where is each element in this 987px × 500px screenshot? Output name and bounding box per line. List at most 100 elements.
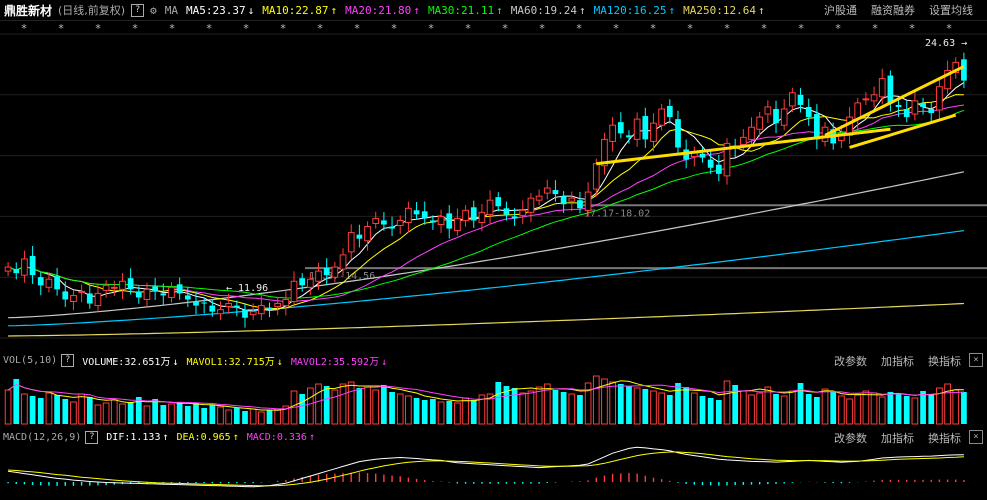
event-marker: *	[872, 22, 879, 35]
ma-legend: MA5:23.37 ↓ MA10:22.87 ↑ MA20:21.80 ↑ MA30:21.…	[178, 4, 765, 17]
event-marker: *	[428, 22, 435, 35]
vol-help-icon[interactable]: ?	[61, 353, 75, 367]
candle-down	[887, 75, 894, 103]
macd-legend: DIF:1.133 ↑ DEA:0.965 ↑ MACD:0.336 ↑	[98, 432, 315, 443]
candle-up	[4, 266, 12, 272]
volume-bar-up	[45, 392, 53, 425]
volume-bar-up	[331, 389, 339, 425]
candle-down	[920, 102, 926, 107]
vol-add-indicator-button[interactable]: 加指标	[881, 353, 914, 369]
event-marker: *	[798, 22, 805, 35]
candlestick-chart[interactable]: * * * * * * * * * * * * * * * * * * * * * * * * * *17.17-18.0214.…	[0, 20, 987, 348]
volume-bar-down	[920, 391, 926, 424]
volume-bar-down	[887, 392, 894, 424]
ma-prefix: MA	[164, 3, 178, 17]
ma-value-0: MA5:23.37	[185, 3, 246, 17]
volume-bar-down	[683, 387, 690, 424]
volume-bar-down	[209, 405, 216, 424]
candle-up	[78, 290, 85, 293]
ma-value-arrow-2: ↑	[413, 3, 420, 17]
candle-up	[658, 108, 666, 126]
vol-close-icon[interactable]: ×	[969, 353, 983, 367]
candle-down	[430, 220, 436, 223]
volume-bar-up	[94, 404, 102, 425]
vol-value-2: MAVOL2:35.592万	[290, 356, 380, 368]
dea-line	[8, 451, 964, 487]
volume-bar-down	[446, 401, 453, 424]
macd-add-indicator-button[interactable]: 加指标	[881, 430, 914, 446]
margin-trading-button[interactable]: 融资融券	[871, 2, 915, 18]
ma-line-long-1	[8, 230, 964, 327]
volume-bar-up	[78, 393, 85, 425]
macd-indicator-name[interactable]: MACD(12,26,9)	[3, 432, 81, 443]
set-ma-button[interactable]: 设置均线	[929, 2, 973, 18]
volume-bar-down	[356, 388, 363, 424]
stock-name[interactable]: 鼎胜新材	[4, 2, 52, 19]
macd-switch-indicator-button[interactable]: 换指标	[928, 430, 961, 446]
help-icon[interactable]: ?	[131, 3, 145, 17]
volume-bar-down	[511, 388, 518, 424]
candle-down	[903, 108, 910, 118]
hk-connect-button[interactable]: 沪股通	[824, 2, 857, 18]
macd-chart[interactable]	[0, 446, 987, 498]
volume-bar-down	[675, 383, 681, 424]
candle-up	[364, 226, 371, 242]
volume-chart[interactable]	[0, 370, 987, 426]
macd-close-icon[interactable]: ×	[969, 430, 983, 444]
chart-header: 鼎胜新材 (日线,前复权) ? ⚙ MA MA5:23.37 ↓ MA10:22.8…	[0, 0, 987, 21]
vol-switch-indicator-button[interactable]: 换指标	[928, 353, 961, 369]
macd-edit-params-button[interactable]: 改参数	[834, 430, 867, 446]
volume-bar-down	[715, 400, 722, 424]
volume-bar-up	[4, 389, 12, 425]
candle-up	[454, 217, 461, 232]
volume-bar-up	[658, 392, 666, 425]
candle-down	[152, 286, 158, 292]
volume-bar-up	[168, 403, 175, 425]
candle-down	[356, 234, 363, 239]
candle-up	[870, 94, 878, 102]
volume-bar-down	[814, 397, 820, 424]
gear-icon[interactable]: ⚙	[150, 4, 157, 17]
vol-edit-params-button[interactable]: 改参数	[834, 353, 867, 369]
event-marker: *	[21, 22, 28, 35]
period-label[interactable]: (日线,前复权)	[58, 2, 125, 18]
volume-bar-up	[339, 383, 347, 425]
candle-up	[168, 286, 175, 298]
candle-down	[470, 207, 477, 221]
volume-bar-up	[952, 389, 960, 425]
volume-bar-down	[577, 395, 583, 424]
candle-up	[274, 303, 282, 308]
candle-up	[936, 86, 943, 111]
candle-down	[895, 104, 902, 107]
mavol-line-5	[7, 380, 964, 411]
volume-bar-up	[217, 406, 224, 425]
volume-bar-down	[413, 398, 420, 424]
candle-down	[29, 255, 36, 276]
candle-up	[584, 191, 592, 211]
volume-bar-up	[527, 390, 535, 425]
volume-bar-down	[552, 390, 559, 424]
vol-indicator-name[interactable]: VOL(5,10)	[3, 355, 57, 366]
volume-bar-up	[143, 405, 151, 425]
ma-line-10	[7, 94, 964, 310]
event-marker: *	[58, 22, 65, 35]
volume-bar-down	[176, 402, 183, 424]
event-marker: *	[465, 22, 472, 35]
candle-up	[372, 217, 380, 224]
volume-bar-down	[642, 389, 649, 424]
candle-down	[242, 309, 248, 318]
candle-down	[266, 307, 273, 310]
volume-bar-up	[535, 386, 543, 425]
macd-help-icon[interactable]: ?	[85, 430, 99, 444]
candle-down	[127, 278, 134, 290]
volume-bar-up	[788, 390, 796, 425]
volume-bar-down	[201, 408, 208, 424]
volume-bar-up	[862, 390, 870, 425]
candle-down	[201, 302, 208, 304]
macd-value-arrow-2: ↑	[308, 431, 315, 443]
ma-line-20	[7, 104, 964, 303]
candle-down	[617, 122, 624, 134]
volume-bar-down	[37, 398, 44, 424]
candle-down	[797, 94, 804, 105]
candle-up	[462, 209, 469, 221]
